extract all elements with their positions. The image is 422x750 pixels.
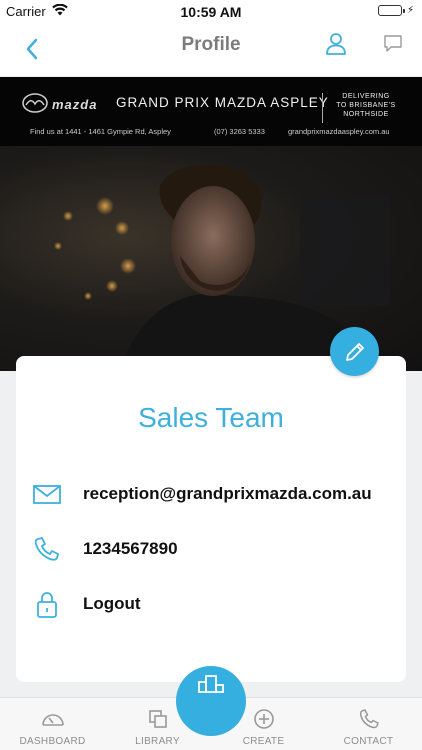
tab-contact[interactable]: CONTACT bbox=[316, 698, 421, 750]
chat-bubble-icon bbox=[384, 35, 402, 52]
banner-tagline: DELIVERING TO BRISBANE'S NORTHSIDE bbox=[330, 92, 402, 119]
tagline-line-2: TO BRISBANE'S bbox=[336, 102, 396, 109]
user-profile-button[interactable] bbox=[325, 32, 347, 56]
center-action-button[interactable] bbox=[176, 666, 246, 736]
phone-text: 1234567890 bbox=[83, 539, 178, 558]
charging-bolt-icon: ⚡ bbox=[406, 5, 414, 16]
navigation-bar: Profile bbox=[0, 22, 422, 76]
lock-icon bbox=[32, 590, 62, 618]
profile-name: Sales Team bbox=[138, 402, 284, 433]
status-bar: Carrier 10:59 AM ⚡ bbox=[0, 0, 422, 22]
banner-brand: mazda bbox=[52, 97, 98, 112]
pencil-icon bbox=[345, 342, 364, 361]
podium-icon bbox=[198, 675, 224, 693]
phone-icon bbox=[32, 535, 62, 563]
phone-icon bbox=[316, 708, 421, 730]
profile-card: Sales Team reception@grandprixmazda.com.… bbox=[16, 356, 406, 682]
tab-create-label: CREATE bbox=[242, 736, 285, 747]
chat-button[interactable] bbox=[383, 34, 403, 54]
tagline-line-3: NORTHSIDE bbox=[343, 111, 389, 118]
page-title: Profile bbox=[181, 34, 241, 55]
email-text: reception@grandprixmazda.com.au bbox=[83, 484, 372, 503]
tab-library-label: LIBRARY bbox=[135, 736, 180, 747]
speedometer-icon bbox=[0, 708, 105, 730]
tab-dashboard[interactable]: DASHBOARD bbox=[0, 698, 105, 750]
tagline-line-1: DELIVERING bbox=[342, 93, 390, 100]
battery-icon: ⚡ bbox=[377, 5, 414, 16]
banner-phone: (07) 3263 5333 bbox=[214, 127, 265, 136]
phone-row[interactable]: 1234567890 bbox=[16, 531, 406, 567]
tab-contact-label: CONTACT bbox=[343, 736, 394, 747]
email-row[interactable]: reception@grandprixmazda.com.au bbox=[16, 476, 406, 512]
mazda-logo-icon bbox=[22, 93, 48, 118]
logout-row[interactable]: Logout bbox=[16, 586, 406, 622]
dealer-banner[interactable]: mazda GRAND PRIX MAZDA ASPLEY DELIVERING… bbox=[0, 77, 422, 146]
user-icon bbox=[326, 33, 346, 55]
banner-url: grandprixmazdaaspley.com.au bbox=[288, 127, 390, 136]
edit-profile-button[interactable] bbox=[330, 327, 379, 376]
banner-divider bbox=[322, 93, 323, 123]
envelope-icon bbox=[32, 480, 62, 508]
banner-dealer-name: GRAND PRIX MAZDA ASPLEY bbox=[116, 95, 329, 110]
status-time: 10:59 AM bbox=[180, 4, 242, 20]
logout-label: Logout bbox=[83, 594, 141, 613]
banner-address: Find us at 1441 - 1461 Gympie Rd, Aspley bbox=[30, 127, 171, 136]
tab-dashboard-label: DASHBOARD bbox=[19, 736, 86, 747]
